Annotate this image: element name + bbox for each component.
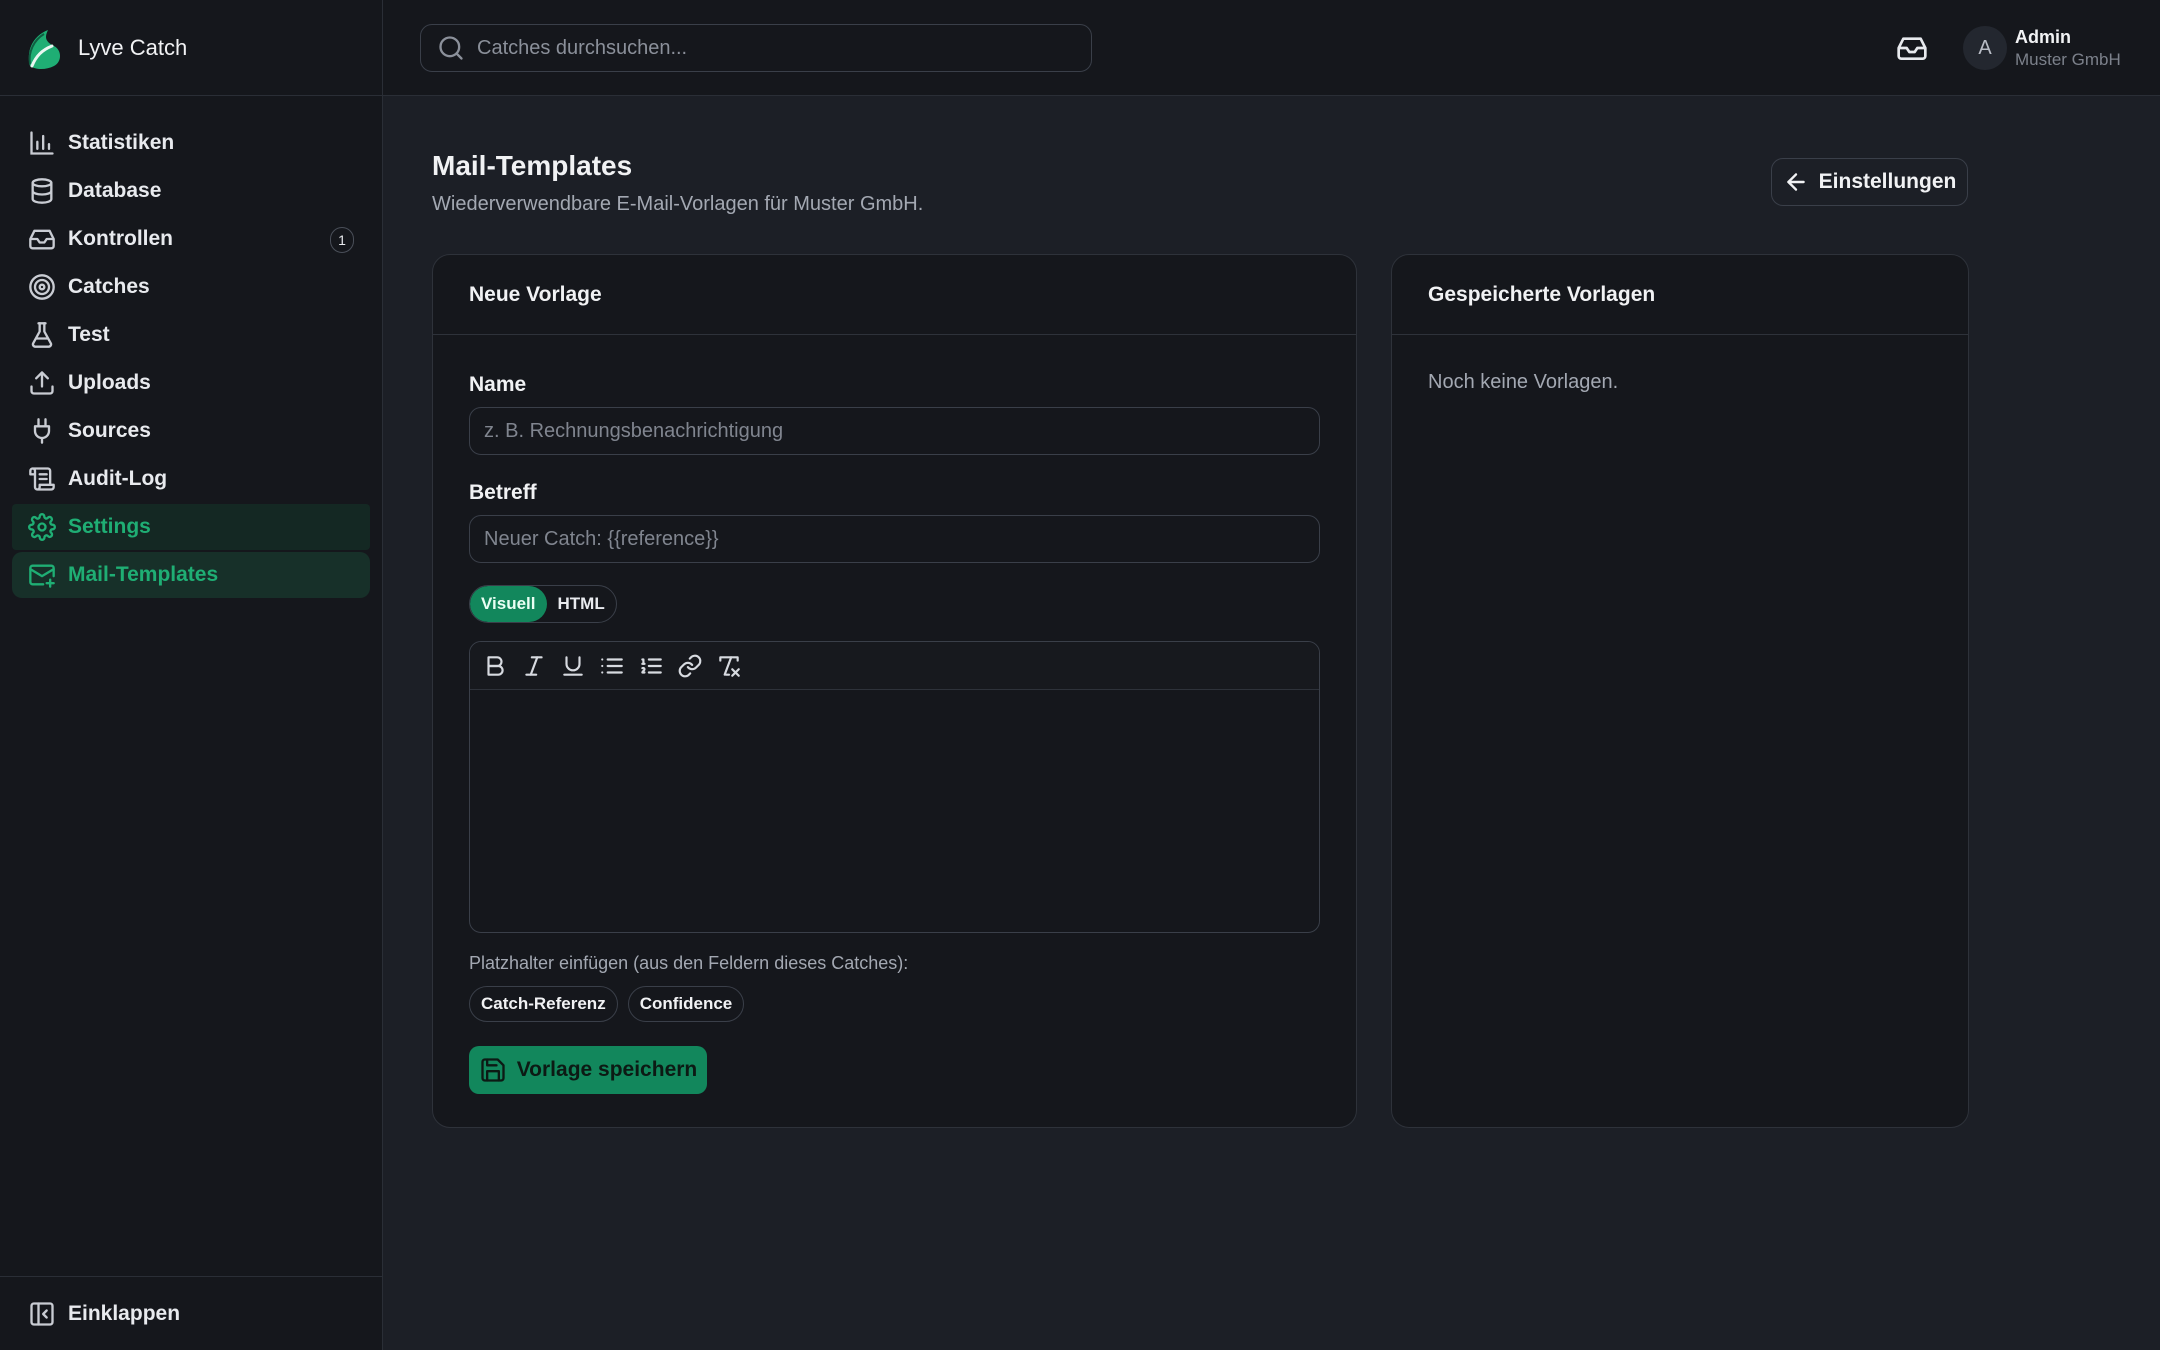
inbox-icon[interactable] xyxy=(1896,32,1928,64)
back-label: Einstellungen xyxy=(1818,170,1957,193)
scroll-icon xyxy=(28,465,56,493)
leaf-logo-icon xyxy=(24,26,66,70)
sidebar-item-label: Uploads xyxy=(68,371,151,394)
sidebar-item-label: Test xyxy=(68,323,110,346)
sidebar-item-database[interactable]: Database xyxy=(12,168,370,214)
sidebar-nav: Statistiken Database Kontrollen 1 Catche… xyxy=(0,96,382,598)
sidebar-item-mail-templates[interactable]: Mail-Templates xyxy=(12,552,370,598)
subject-field[interactable] xyxy=(469,515,1320,563)
italic-icon[interactable] xyxy=(521,653,547,679)
inbox-icon xyxy=(28,225,56,253)
numbered-list-icon[interactable] xyxy=(638,653,664,679)
search-input[interactable] xyxy=(477,36,1057,60)
page-title: Mail-Templates xyxy=(432,150,633,181)
count-badge: 1 xyxy=(330,227,354,253)
editor-toolbar xyxy=(470,642,1319,690)
arrow-left-icon xyxy=(1783,169,1809,195)
placeholder-chips: Catch-Referenz Confidence xyxy=(469,986,754,1022)
sidebar-item-kontrollen[interactable]: Kontrollen 1 xyxy=(12,216,370,262)
sidebar-item-label: Settings xyxy=(68,515,151,538)
flask-icon xyxy=(28,321,56,349)
card-title: Neue Vorlage xyxy=(433,255,1356,335)
gear-icon xyxy=(28,513,56,541)
card-title: Gespeicherte Vorlagen xyxy=(1392,255,1968,335)
link-icon[interactable] xyxy=(677,653,703,679)
topbar: A Admin Muster GmbH xyxy=(383,0,2160,96)
rich-text-editor xyxy=(469,641,1320,933)
sidebar-item-label: Statistiken xyxy=(68,131,175,154)
name-field[interactable] xyxy=(469,407,1320,455)
bold-icon[interactable] xyxy=(482,653,508,679)
search-icon xyxy=(437,34,465,62)
empty-state-text: Noch keine Vorlagen. xyxy=(1428,371,1619,393)
bullet-list-icon[interactable] xyxy=(599,653,625,679)
sidebar-item-label: Catches xyxy=(68,275,150,298)
sidebar-item-settings[interactable]: Settings xyxy=(12,504,370,550)
sidebar-item-label: Audit-Log xyxy=(68,467,168,490)
search-box[interactable] xyxy=(420,24,1092,72)
clear-format-icon[interactable] xyxy=(716,653,742,679)
app-name: Lyve Catch xyxy=(78,34,188,60)
sidebar-item-uploads[interactable]: Uploads xyxy=(12,360,370,406)
sidebar-item-label: Mail-Templates xyxy=(68,563,219,586)
save-template-button[interactable]: Vorlage speichern xyxy=(469,1046,707,1094)
placeholder-chip-catch-referenz[interactable]: Catch-Referenz xyxy=(469,986,618,1022)
panel-collapse-icon xyxy=(28,1300,56,1328)
user-org: Muster GmbH xyxy=(2015,50,2121,69)
sidebar-item-label: Kontrollen xyxy=(68,227,173,250)
mode-visual-button[interactable]: Visuell xyxy=(470,586,547,622)
editor-mode-toggle: Visuell HTML xyxy=(469,585,617,623)
database-icon xyxy=(28,177,56,205)
saved-templates-card: Gespeicherte Vorlagen Noch keine Vorlage… xyxy=(1391,254,1969,1128)
back-to-settings-button[interactable]: Einstellungen xyxy=(1771,158,1968,206)
name-label: Name xyxy=(469,373,527,396)
placeholder-hint: Platzhalter einfügen (aus den Feldern di… xyxy=(469,953,909,973)
page-subtitle: Wiederverwendbare E-Mail-Vorlagen für Mu… xyxy=(432,193,924,215)
mail-plus-icon xyxy=(28,561,56,589)
save-icon xyxy=(479,1056,507,1084)
plug-icon xyxy=(28,417,56,445)
target-icon xyxy=(28,273,56,301)
sidebar-item-sources[interactable]: Sources xyxy=(12,408,370,454)
upload-icon xyxy=(28,369,56,397)
mode-html-button[interactable]: HTML xyxy=(547,586,616,622)
sidebar-item-label: Sources xyxy=(68,419,151,442)
subject-label: Betreff xyxy=(469,481,537,504)
sidebar-item-audit-log[interactable]: Audit-Log xyxy=(12,456,370,502)
collapse-sidebar-button[interactable]: Einklappen xyxy=(0,1276,382,1350)
new-template-card: Neue Vorlage Name Betreff Visuell HTML xyxy=(432,254,1357,1128)
avatar[interactable]: A xyxy=(1963,26,2007,70)
sidebar: Lyve Catch Statistiken Database Kontroll… xyxy=(0,0,383,1350)
user-name: Admin xyxy=(2015,27,2071,47)
save-label: Vorlage speichern xyxy=(516,1058,698,1081)
editor-content-area[interactable] xyxy=(470,690,1319,932)
placeholder-chip-confidence[interactable]: Confidence xyxy=(627,986,745,1022)
bar-chart-icon xyxy=(28,129,56,157)
sidebar-item-label: Database xyxy=(68,179,162,202)
collapse-label: Einklappen xyxy=(68,1301,181,1325)
brand[interactable]: Lyve Catch xyxy=(0,0,382,96)
sidebar-item-catches[interactable]: Catches xyxy=(12,264,370,310)
sidebar-item-test[interactable]: Test xyxy=(12,312,370,358)
underline-icon[interactable] xyxy=(560,653,586,679)
sidebar-item-statistiken[interactable]: Statistiken xyxy=(12,120,370,166)
